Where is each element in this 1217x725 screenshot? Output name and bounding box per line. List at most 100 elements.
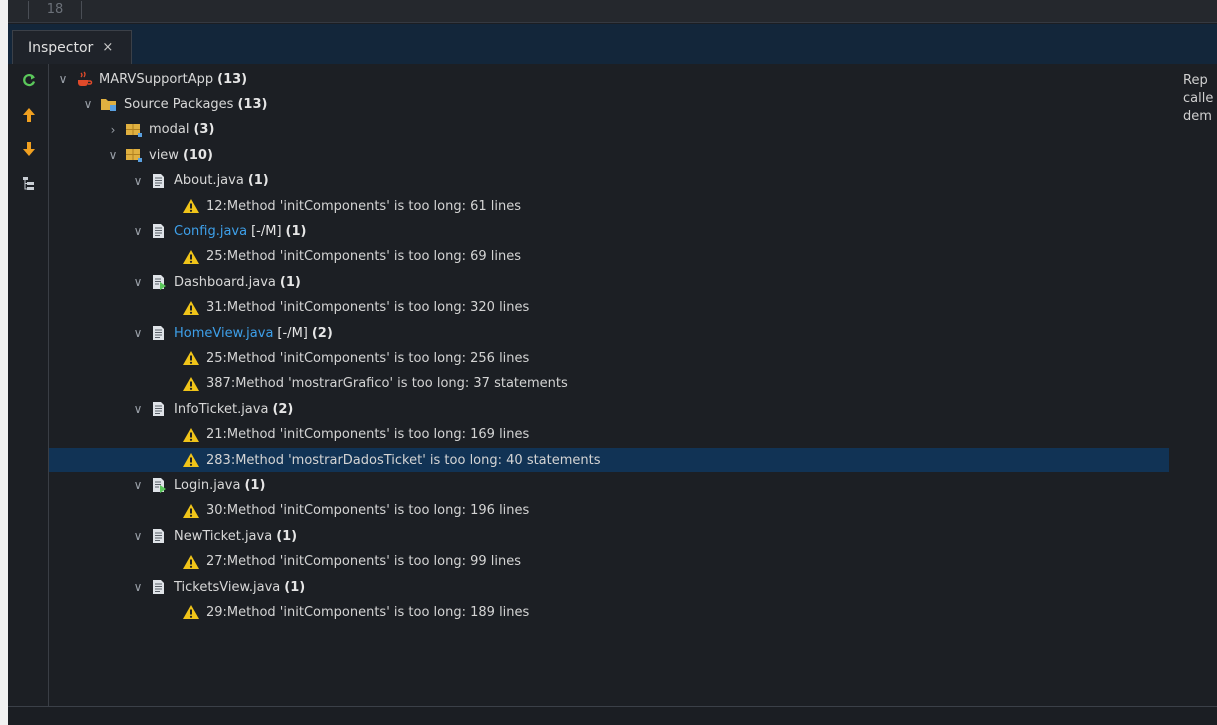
description-panel: Rep calle dem (1183, 72, 1217, 126)
chevron-down-icon[interactable]: ∨ (132, 478, 144, 492)
warning-icon (182, 604, 200, 620)
chevron-down-icon[interactable]: ∨ (132, 224, 144, 238)
warning-message: 12:Method 'initComponents' is too long: … (206, 198, 522, 214)
tree-node-warning[interactable]: 27:Method 'initComponents' is too long: … (49, 550, 1169, 574)
file-name: HomeView.java (174, 325, 274, 341)
description-line: Rep (1183, 73, 1208, 88)
java-file-icon (150, 528, 168, 544)
warning-message: 29:Method 'initComponents' is too long: … (206, 604, 530, 620)
file-name: Dashboard.java (174, 274, 276, 290)
tree-node-file[interactable]: ∨ Login.java (1) (49, 473, 1169, 497)
warning-message: 27:Method 'initComponents' is too long: … (206, 554, 522, 570)
issue-count: (2) (311, 325, 333, 341)
package-name: view (149, 147, 179, 163)
chevron-down-icon[interactable]: ∨ (132, 326, 144, 340)
vcs-status-flag: [-/M] (277, 325, 308, 341)
warning-icon (182, 198, 200, 214)
issue-count: (10) (182, 147, 213, 163)
chevron-down-icon[interactable]: ∨ (132, 580, 144, 594)
main-class-file-icon (150, 274, 168, 291)
tree-node-warning[interactable]: 29:Method 'initComponents' is too long: … (49, 600, 1169, 624)
editor-strip: 18 (8, 0, 1217, 23)
issue-count: (3) (193, 122, 215, 138)
chevron-down-icon[interactable]: ∨ (132, 174, 144, 188)
description-line: calle (1183, 91, 1214, 106)
warning-icon (182, 427, 200, 443)
file-name: Login.java (174, 477, 241, 493)
warning-icon (182, 503, 200, 519)
tree-node-warning[interactable]: 12:Method 'initComponents' is too long: … (49, 194, 1169, 218)
tree-node-warning[interactable]: 25:Method 'initComponents' is too long: … (49, 245, 1169, 269)
tree-node-warning[interactable]: 387:Method 'mostrarGrafico' is too long:… (49, 372, 1169, 396)
tree-node-file[interactable]: ∨ TicketsView.java (1) (49, 575, 1169, 599)
tree-node-file[interactable]: ∨ InfoTicket.java (2) (49, 397, 1169, 421)
tab-inspector[interactable]: Inspector × (12, 30, 132, 64)
main-class-file-icon (150, 477, 168, 494)
arrow-down-icon[interactable] (20, 140, 38, 158)
inspector-toolbar (8, 64, 49, 706)
warning-icon (182, 554, 200, 570)
refresh-icon[interactable] (20, 71, 38, 89)
arrow-up-icon[interactable] (20, 106, 38, 124)
expand-tree-icon[interactable] (20, 174, 38, 192)
source-folder-icon (100, 96, 118, 112)
tree-node-file[interactable]: ∨ HomeView.java [-/M] (2) (49, 321, 1169, 345)
file-name: InfoTicket.java (174, 401, 269, 417)
warning-icon (182, 249, 200, 265)
issue-count: (13) (217, 71, 248, 87)
tree-node-package[interactable]: ∨ view (10) (49, 143, 1169, 167)
tree-node-warning[interactable]: 30:Method 'initComponents' is too long: … (49, 499, 1169, 523)
java-project-icon (75, 71, 93, 87)
file-name: Config.java (174, 223, 248, 239)
tree-node-source-packages[interactable]: ∨ Source Packages (13) (49, 92, 1169, 116)
file-name: About.java (174, 173, 244, 189)
chevron-down-icon[interactable]: ∨ (82, 97, 94, 111)
tree-node-warning[interactable]: 25:Method 'initComponents' is too long: … (49, 346, 1169, 370)
package-icon (125, 122, 143, 138)
tree-node-package[interactable]: › modal (3) (49, 118, 1169, 142)
warning-message: 25:Method 'initComponents' is too long: … (206, 350, 530, 366)
inspector-tree: ∨ MARVSupportApp (13) ∨ Source Packages (13) ›… (49, 64, 1179, 706)
issue-count: (1) (285, 223, 307, 239)
tree-node-file[interactable]: ∨ Dashboard.java (1) (49, 270, 1169, 294)
chevron-down-icon[interactable]: ∨ (107, 148, 119, 162)
issue-count: (1) (276, 528, 298, 544)
folder-name: Source Packages (124, 96, 234, 112)
java-file-icon (150, 401, 168, 417)
java-file-icon (150, 579, 168, 595)
issue-count: (1) (244, 477, 266, 493)
tree-node-project[interactable]: ∨ MARVSupportApp (13) (49, 67, 1169, 91)
tree-node-file[interactable]: ∨ Config.java [-/M] (1) (49, 219, 1169, 243)
chevron-right-icon[interactable]: › (107, 123, 119, 137)
tree-node-warning[interactable]: 283:Method 'mostrarDadosTicket' is too l… (49, 448, 1169, 472)
description-line: dem (1183, 109, 1212, 124)
tree-node-warning[interactable]: 21:Method 'initComponents' is too long: … (49, 423, 1169, 447)
project-name: MARVSupportApp (99, 71, 214, 87)
warning-icon (182, 376, 200, 392)
tree-node-file[interactable]: ∨ About.java (1) (49, 169, 1169, 193)
java-file-icon (150, 325, 168, 341)
issue-count: (1) (284, 579, 306, 595)
tree-node-file[interactable]: ∨ NewTicket.java (1) (49, 524, 1169, 548)
inspector-window: 18 Inspector × ∨ MARVSupportApp (13) ∨ S… (8, 0, 1217, 725)
issue-count: (1) (247, 173, 269, 189)
tab-bar: Inspector × (8, 24, 1217, 64)
warning-icon (182, 452, 200, 468)
chevron-down-icon[interactable]: ∨ (132, 275, 144, 289)
line-number: 18 (28, 1, 82, 19)
file-name: NewTicket.java (174, 528, 273, 544)
tree-node-warning[interactable]: 31:Method 'initComponents' is too long: … (49, 296, 1169, 320)
chevron-down-icon[interactable]: ∨ (132, 402, 144, 416)
close-icon[interactable]: × (102, 40, 113, 55)
java-file-icon (150, 173, 168, 189)
warning-message: 25:Method 'initComponents' is too long: … (206, 249, 522, 265)
warning-message: 387:Method 'mostrarGrafico' is too long:… (206, 376, 568, 392)
chevron-down-icon[interactable]: ∨ (132, 529, 144, 543)
issue-count: (13) (237, 96, 268, 112)
vcs-status-flag: [-/M] (251, 223, 282, 239)
issue-count: (2) (272, 401, 294, 417)
inspector-panel: ∨ MARVSupportApp (13) ∨ Source Packages (13) ›… (8, 64, 1217, 706)
chevron-down-icon[interactable]: ∨ (57, 72, 69, 86)
tab-inspector-label: Inspector (28, 39, 94, 56)
issue-count: (1) (279, 274, 301, 290)
